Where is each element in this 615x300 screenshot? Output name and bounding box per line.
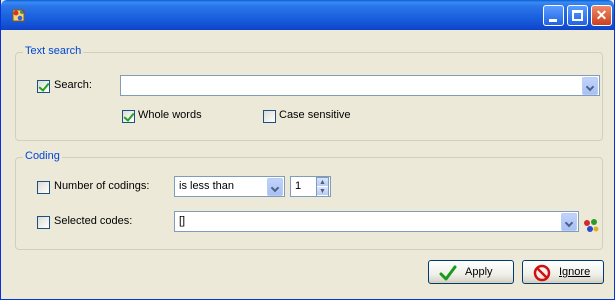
search-label: Search: xyxy=(54,79,92,91)
number-of-codings-checkbox[interactable] xyxy=(37,181,50,194)
filter-dialog: ✕ Text search Search: Whole words Case s… xyxy=(0,0,615,300)
maximize-button[interactable] xyxy=(567,5,588,26)
no-entry-icon xyxy=(533,264,551,282)
codings-operator-dropdown-button[interactable] xyxy=(267,178,283,196)
ignore-button[interactable]: Ignore xyxy=(522,260,604,284)
search-input[interactable] xyxy=(120,75,600,96)
codings-operator-value: is less than xyxy=(179,180,235,192)
apply-button[interactable]: Apply xyxy=(428,260,514,284)
selected-codes-input[interactable]: [] xyxy=(174,211,579,232)
selected-codes-value: [] xyxy=(179,215,186,227)
app-icon xyxy=(12,8,26,22)
close-icon: ✕ xyxy=(595,7,608,23)
search-checkbox[interactable] xyxy=(37,80,50,93)
coding-group: Coding xyxy=(15,150,603,250)
selected-codes-checkbox[interactable] xyxy=(37,216,50,229)
selected-codes-label: Selected codes: xyxy=(54,215,133,227)
codings-count-stepper[interactable]: ▲ ▼ xyxy=(316,177,329,197)
spin-down-icon[interactable]: ▼ xyxy=(317,187,328,196)
checkmark-icon xyxy=(439,265,457,281)
spin-up-icon[interactable]: ▲ xyxy=(317,178,328,187)
ignore-label: Ignore xyxy=(559,266,591,278)
coding-group-label: Coding xyxy=(23,150,62,162)
maximize-icon xyxy=(572,10,583,21)
codes-palette-icon[interactable] xyxy=(583,218,599,234)
selected-codes-dropdown-button[interactable] xyxy=(561,213,577,231)
apply-label: Apply xyxy=(465,266,493,278)
close-button[interactable]: ✕ xyxy=(591,5,612,26)
whole-words-label: Whole words xyxy=(138,109,202,121)
minimize-icon xyxy=(549,19,557,22)
number-of-codings-label: Number of codings: xyxy=(54,180,150,192)
case-sensitive-label: Case sensitive xyxy=(279,109,351,121)
title-bar[interactable]: ✕ xyxy=(1,0,614,30)
text-search-group-label: Text search xyxy=(23,45,84,57)
codings-count-value: 1 xyxy=(295,180,302,192)
whole-words-checkbox[interactable] xyxy=(122,110,135,123)
minimize-button[interactable] xyxy=(543,5,564,26)
case-sensitive-checkbox[interactable] xyxy=(263,110,276,123)
search-dropdown-button[interactable] xyxy=(582,77,598,95)
text-search-group: Text search xyxy=(15,45,603,141)
